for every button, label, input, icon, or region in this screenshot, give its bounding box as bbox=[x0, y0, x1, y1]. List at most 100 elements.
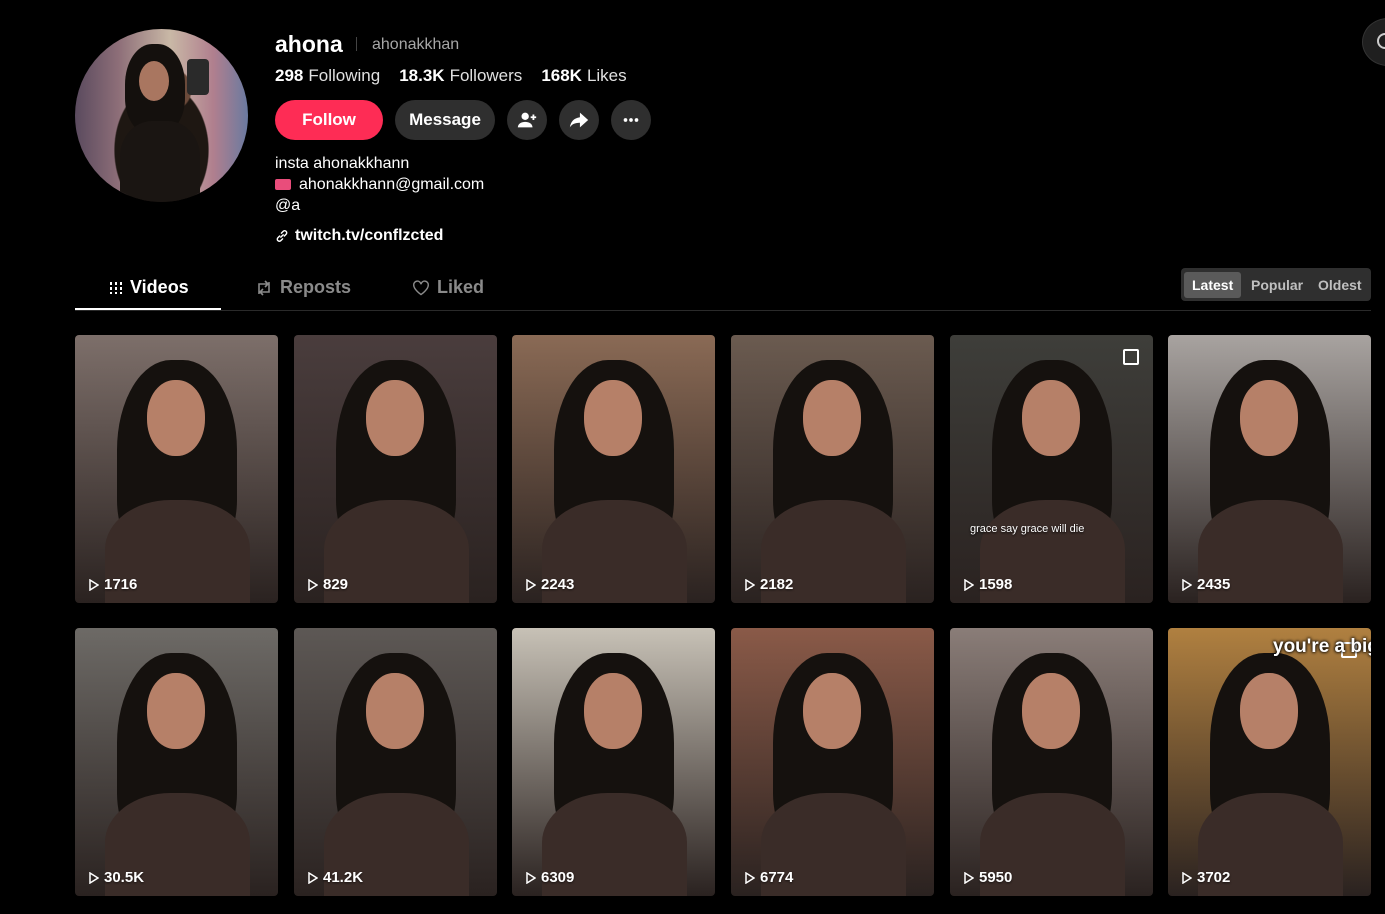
multi-photo-icon bbox=[1123, 349, 1139, 365]
thumbnail-figure-face bbox=[584, 673, 642, 749]
settings-button[interactable] bbox=[1362, 18, 1385, 66]
view-count-text: 2182 bbox=[760, 576, 794, 593]
play-icon bbox=[964, 578, 974, 591]
add-friend-button[interactable] bbox=[507, 100, 547, 140]
video-view-count: 41.2K bbox=[308, 869, 363, 886]
video-view-count: 1598 bbox=[964, 576, 1012, 593]
share-button[interactable] bbox=[559, 100, 599, 140]
video-view-count: 30.5K bbox=[89, 869, 144, 886]
thumbnail-figure-face bbox=[366, 673, 424, 749]
view-count-text: 1598 bbox=[979, 576, 1013, 593]
bio-email: ahonakkhann@gmail.com bbox=[299, 176, 485, 193]
thumbnail-figure-face bbox=[803, 673, 861, 749]
view-count-text: 5950 bbox=[979, 869, 1013, 886]
bio-line: @a bbox=[275, 197, 301, 214]
video-card[interactable]: 2182 bbox=[731, 335, 934, 603]
sort-latest[interactable]: Latest bbox=[1184, 272, 1242, 298]
video-card[interactable]: 6774 bbox=[731, 628, 934, 896]
video-card[interactable]: 5950 bbox=[950, 628, 1153, 896]
repost-icon bbox=[258, 279, 270, 296]
video-card[interactable]: 829 bbox=[294, 335, 497, 603]
video-card[interactable]: 30.5K bbox=[75, 628, 278, 896]
video-view-count: 5950 bbox=[964, 869, 1012, 886]
tab-reposts[interactable]: Reposts bbox=[255, 277, 351, 298]
thumbnail-figure-face bbox=[584, 380, 642, 456]
sort-oldest[interactable]: Oldest bbox=[1310, 272, 1370, 298]
play-icon bbox=[308, 871, 318, 884]
tab-videos-label: Videos bbox=[130, 277, 189, 297]
play-icon bbox=[308, 578, 318, 591]
user-handle: ahonakkhan bbox=[372, 36, 460, 53]
stat-following[interactable]: 298 Following bbox=[275, 66, 380, 86]
avatar-phone bbox=[187, 59, 209, 95]
view-count-text: 829 bbox=[323, 576, 349, 593]
more-button[interactable] bbox=[611, 100, 651, 140]
view-count-text: 6774 bbox=[760, 869, 794, 886]
video-view-count: 2243 bbox=[526, 576, 574, 593]
link-icon bbox=[276, 230, 288, 242]
thumbnail-figure-face bbox=[147, 380, 205, 456]
envelope-icon bbox=[275, 179, 291, 190]
profile-link[interactable]: twitch.tv/conflzcted bbox=[275, 227, 443, 245]
play-icon bbox=[745, 871, 755, 884]
view-count-text: 2435 bbox=[1197, 576, 1231, 593]
play-icon bbox=[1182, 871, 1192, 884]
tab-reposts-label: Reposts bbox=[280, 277, 352, 297]
stat-followers[interactable]: 18.3K Followers bbox=[399, 66, 522, 86]
bio-line: insta ahonakkhann bbox=[275, 155, 410, 172]
grid-icon bbox=[110, 281, 122, 294]
video-view-count: 2435 bbox=[1182, 576, 1230, 593]
more-icon bbox=[623, 118, 639, 122]
play-icon bbox=[745, 578, 755, 591]
thumbnail-figure-face bbox=[366, 380, 424, 456]
sort-selector: Latest Popular Oldest bbox=[1181, 268, 1371, 301]
tab-liked[interactable]: Liked bbox=[412, 277, 484, 298]
sort-popular[interactable]: Popular bbox=[1243, 272, 1311, 298]
view-count-text: 6309 bbox=[541, 869, 575, 886]
video-card[interactable]: 1716 bbox=[75, 335, 278, 603]
name-separator bbox=[356, 37, 357, 51]
share-icon bbox=[569, 112, 589, 128]
video-card[interactable]: 6309 bbox=[512, 628, 715, 896]
video-view-count: 829 bbox=[308, 576, 348, 593]
video-card[interactable]: 2435 bbox=[1168, 335, 1371, 603]
avatar-body bbox=[120, 121, 200, 202]
bio-email-line: ahonakkhann@gmail.com bbox=[275, 176, 484, 194]
avatar-face bbox=[139, 61, 169, 101]
follow-button[interactable]: Follow bbox=[275, 100, 383, 140]
profile-tabs: Videos Reposts Liked bbox=[75, 268, 1371, 311]
play-icon bbox=[526, 871, 536, 884]
video-view-count: 3702 bbox=[1182, 869, 1230, 886]
view-count-text: 2243 bbox=[541, 576, 575, 593]
thumbnail-figure-face bbox=[1240, 673, 1298, 749]
message-button[interactable]: Message bbox=[395, 100, 495, 140]
video-view-count: 6774 bbox=[745, 869, 793, 886]
video-caption-overlay: you're a big bbox=[1273, 636, 1371, 657]
video-caption-overlay: grace say grace will die bbox=[970, 523, 1085, 535]
video-view-count: 1716 bbox=[89, 576, 137, 593]
thumbnail-figure-face bbox=[1240, 380, 1298, 456]
video-card[interactable]: you're a big 3702 bbox=[1168, 628, 1371, 896]
add-user-icon bbox=[517, 112, 537, 128]
play-icon bbox=[964, 871, 974, 884]
view-count-text: 30.5K bbox=[104, 869, 145, 886]
tab-liked-label: Liked bbox=[437, 277, 485, 297]
video-view-count: 2182 bbox=[745, 576, 793, 593]
view-count-text: 41.2K bbox=[323, 869, 364, 886]
video-card[interactable]: grace say grace will die 1598 bbox=[950, 335, 1153, 603]
thumbnail-figure-face bbox=[1022, 673, 1080, 749]
thumbnail-figure-face bbox=[147, 673, 205, 749]
profile-link-text: twitch.tv/conflzcted bbox=[295, 227, 444, 244]
thumbnail-figure-face bbox=[1022, 380, 1080, 456]
video-card[interactable]: 2243 bbox=[512, 335, 715, 603]
profile-stats: 298 Following 18.3K Followers 168K Likes bbox=[275, 66, 627, 86]
video-card[interactable]: 41.2K bbox=[294, 628, 497, 896]
profile-avatar[interactable] bbox=[75, 29, 248, 202]
tab-videos[interactable]: Videos bbox=[109, 277, 189, 298]
stat-likes: 168K Likes bbox=[541, 66, 627, 85]
view-count-text: 1716 bbox=[104, 576, 138, 593]
play-icon bbox=[89, 871, 99, 884]
play-icon bbox=[526, 578, 536, 591]
heart-icon bbox=[413, 279, 429, 295]
view-count-text: 3702 bbox=[1197, 869, 1231, 886]
